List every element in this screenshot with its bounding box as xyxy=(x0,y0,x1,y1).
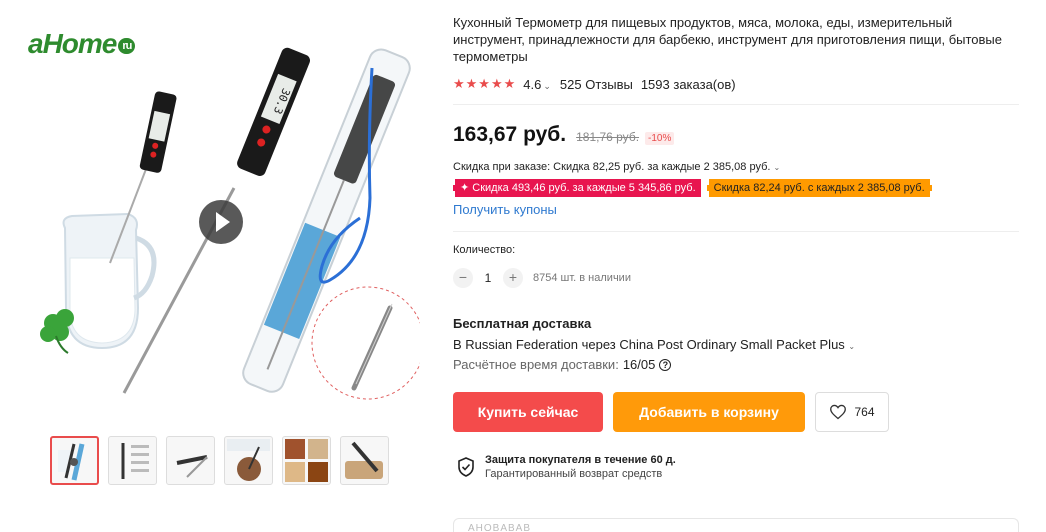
thumbnail-4[interactable] xyxy=(224,436,273,485)
reviews-link[interactable]: 525 Отзывы xyxy=(560,77,633,92)
product-info: Кухонный Термометр для пищевых продуктов… xyxy=(453,14,1023,480)
thumbnail-6[interactable] xyxy=(340,436,389,485)
quantity-minus-button[interactable]: − xyxy=(453,268,473,288)
shield-check-icon xyxy=(458,457,474,477)
rating-value[interactable]: 4.6 ⌄ xyxy=(523,77,551,92)
thumbnail-3[interactable] xyxy=(166,436,215,485)
coupon-red[interactable]: ✦ Скидка 493,46 руб. за каждые 5 345,86 … xyxy=(453,179,701,197)
heart-icon xyxy=(830,404,847,420)
logo-text: aHome xyxy=(28,28,117,59)
wishlist-count: 764 xyxy=(854,405,875,419)
orders-count: 1593 заказа(ов) xyxy=(640,76,736,92)
main-product-image[interactable]: 30.3 aHome ru xyxy=(20,18,420,418)
delivery-time: Расчётное время доставки: 16/05 ? xyxy=(453,357,1023,372)
price-row: 163,67 руб. 181,76 руб. -10% xyxy=(453,123,1023,147)
product-title: Кухонный Термометр для пищевых продуктов… xyxy=(453,15,1003,64)
thumbnail-2[interactable] xyxy=(108,436,157,485)
divider xyxy=(453,231,1019,232)
shipping-method[interactable]: В Russian Federation через China Post Or… xyxy=(453,337,1023,352)
thumbnail-1-image xyxy=(58,443,85,481)
thumbnail-1[interactable] xyxy=(50,436,99,485)
store-card: AHOBABAB xyxy=(453,518,1019,532)
help-icon[interactable]: ? xyxy=(659,358,672,371)
thumbnail-4-image xyxy=(227,439,270,481)
current-price: 163,67 руб. xyxy=(453,123,567,146)
buy-now-button[interactable]: Купить сейчас xyxy=(453,392,603,432)
thumbnail-strip xyxy=(50,436,389,485)
stock-count: 8754 шт. в наличии xyxy=(533,272,631,284)
rating-row: ★★★★★ 4.6 ⌄ 525 Отзывы 1593 заказа(ов) xyxy=(453,75,1023,93)
brand-logo: aHome ru xyxy=(28,28,136,60)
quantity-label: Количество: xyxy=(453,244,516,256)
buyer-protection: Защита покупателя в течение 60 д. Гарант… xyxy=(457,454,1023,480)
rating-number: 4.6 xyxy=(523,76,542,92)
coupon-list: ✦ Скидка 493,46 руб. за каждые 5 345,86 … xyxy=(453,179,1023,197)
product-gallery: 30.3 aHome ru xyxy=(20,18,420,488)
quantity-plus-button[interactable]: + xyxy=(503,268,523,288)
shipping-method-text: В Russian Federation через China Post Or… xyxy=(453,337,845,352)
thumbnail-6-image xyxy=(345,441,383,479)
delivery-date: 16/05 xyxy=(622,357,656,372)
wishlist-button[interactable]: 764 xyxy=(815,392,889,432)
protection-title: Защита покупателя в течение 60 д. xyxy=(485,454,676,466)
coupon-orange[interactable]: Скидка 82,24 руб. с каждых 2 385,08 руб. xyxy=(706,179,932,197)
quantity-input[interactable]: 1 xyxy=(473,271,503,285)
divider xyxy=(453,104,1019,105)
chevron-down-icon: ⌄ xyxy=(543,80,551,91)
star-rating-icons: ★★★★★ xyxy=(453,76,517,91)
thumbnail-5-image xyxy=(285,439,328,482)
chevron-down-icon: ⌄ xyxy=(848,342,856,351)
quantity-stepper: − 1 + 8754 шт. в наличии xyxy=(453,268,1023,288)
store-card-label: AHOBABAB xyxy=(468,523,532,532)
action-buttons: Купить сейчас Добавить в корзину 764 xyxy=(453,392,1023,432)
logo-badge: ru xyxy=(118,37,136,54)
delivery-time-label: Расчётное время доставки: xyxy=(453,357,619,372)
get-coupons-link[interactable]: Получить купоны xyxy=(453,202,557,217)
video-play-button[interactable] xyxy=(199,200,243,244)
order-discount[interactable]: Скидка при заказе: Скидка 82,25 руб. за … xyxy=(453,161,1023,173)
order-discount-text: Скидка при заказе: Скидка 82,25 руб. за … xyxy=(453,161,771,173)
protection-subtitle: Гарантированный возврат средств xyxy=(485,468,663,480)
thumbnail-3-image xyxy=(176,455,208,478)
chevron-down-icon: ⌄ xyxy=(773,163,781,172)
discount-badge: -10% xyxy=(645,132,675,145)
add-to-cart-button[interactable]: Добавить в корзину xyxy=(613,392,805,432)
thumbnail-5[interactable] xyxy=(282,436,331,485)
shipping-title: Бесплатная доставка xyxy=(453,316,592,331)
old-price: 181,76 руб. xyxy=(576,130,640,144)
thumbnail-2-image xyxy=(121,443,149,479)
